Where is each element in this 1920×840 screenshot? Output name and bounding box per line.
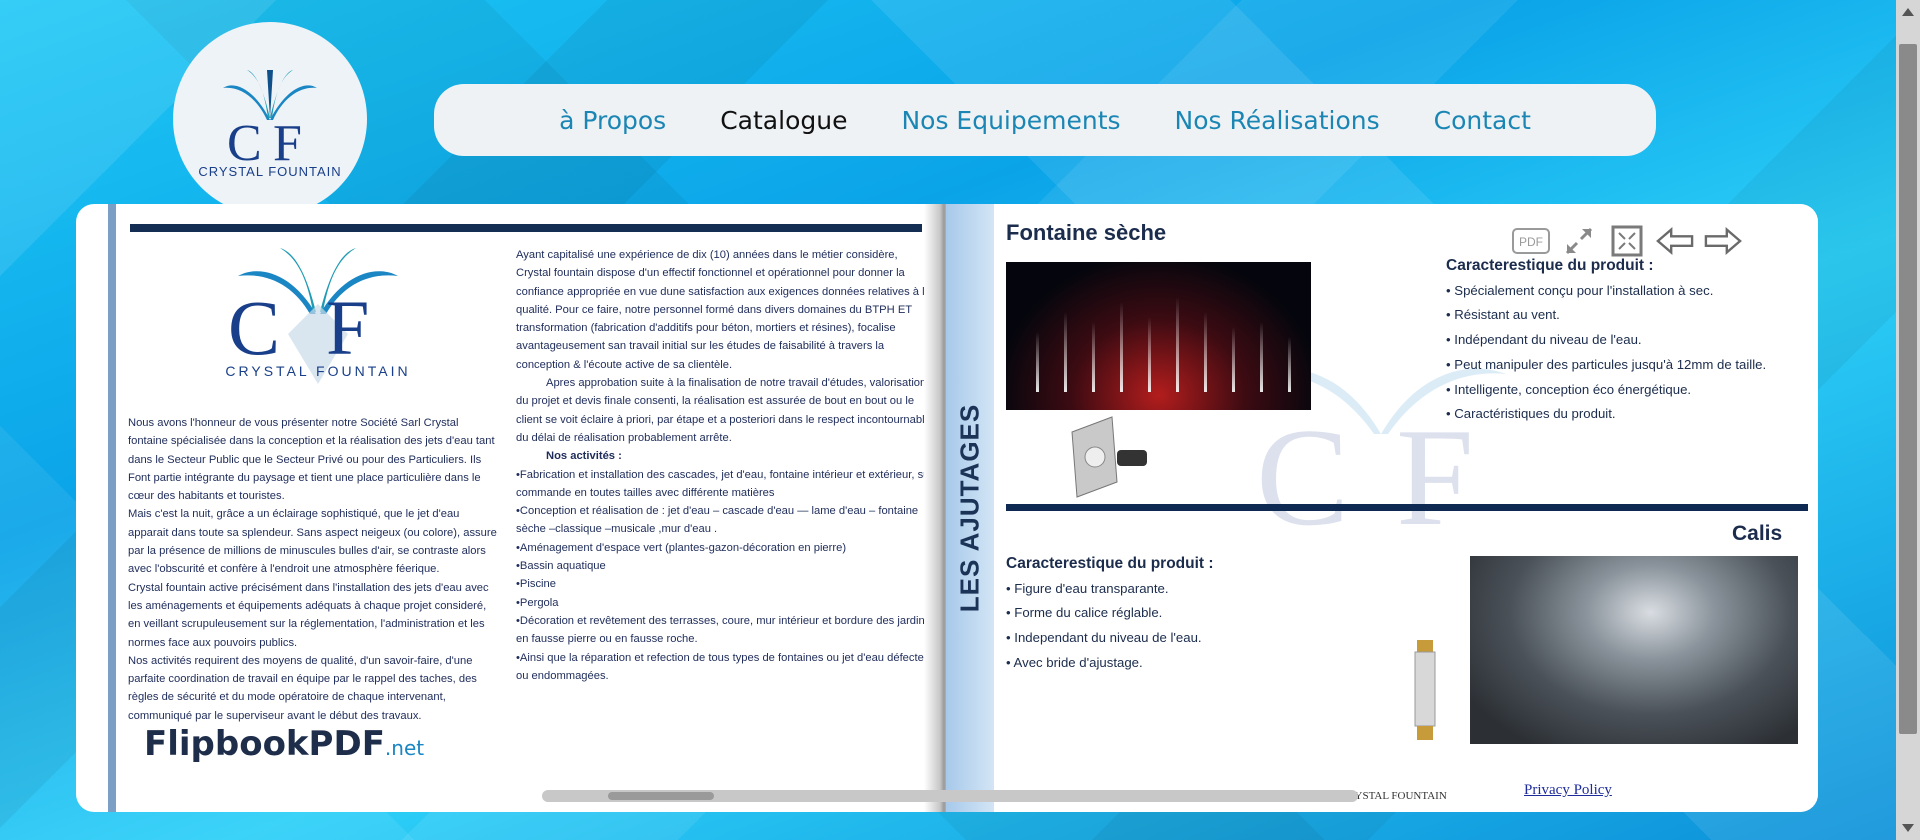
flipbookpdf-watermark[interactable]: FlipbookPDF.net: [144, 724, 424, 764]
activity-item: •Décoration et revêtement des terrasses,…: [516, 614, 931, 646]
nav-item-catalogue[interactable]: Catalogue: [720, 106, 847, 135]
horizontal-scrollbar[interactable]: [542, 790, 1358, 802]
left-para-3: Crystal fountain active précisément dans…: [128, 581, 489, 649]
privacy-policy-link[interactable]: Privacy Policy: [1524, 782, 1612, 799]
feature-item: • Indépendant du niveau de l'eau.: [1446, 332, 1642, 348]
left-para-1: Nous avons l'honneur de vous présenter n…: [128, 417, 495, 503]
activity-item: •Fabrication et installation des cascade…: [516, 468, 934, 499]
feature-item: • Résistant au vent.: [1446, 307, 1560, 323]
page-header-bar: [130, 224, 922, 232]
svg-text:F: F: [326, 284, 369, 371]
product2-characteristics: Caracterestique du produit : • Figure d'…: [1006, 552, 1386, 676]
feature-item: • Avec bride d'ajustage.: [1006, 654, 1143, 670]
fontaine-seche-photo: [1006, 262, 1311, 410]
scroll-up-icon[interactable]: [1902, 8, 1914, 16]
nav-item-nos-equipements[interactable]: Nos Equipements: [901, 106, 1120, 135]
scroll-down-icon[interactable]: [1902, 824, 1914, 832]
activity-item: •Piscine: [516, 578, 556, 591]
left-para-2: Mais c'est la nuit, grâce a un éclairage…: [128, 508, 497, 576]
activities-heading: Nos activités :: [546, 450, 622, 463]
flipbook-toolbar: PDF: [1512, 224, 1742, 258]
section-strip: LES AJUTAGES: [946, 204, 994, 812]
prev-arrow-icon[interactable]: [1656, 224, 1694, 258]
calis-nozzle-image: [1414, 640, 1436, 740]
calis-fountain-photo: [1470, 556, 1798, 744]
feature-item: • Forme du calice réglable.: [1006, 605, 1163, 621]
activity-item: •Bassin aquatique: [516, 560, 606, 573]
fullscreen-icon[interactable]: [1608, 224, 1646, 258]
next-arrow-icon[interactable]: [1704, 224, 1742, 258]
nozzle-product-image: [1071, 416, 1147, 498]
pdf-icon[interactable]: PDF: [1512, 224, 1550, 258]
horizontal-scrollbar-thumb[interactable]: [608, 792, 714, 800]
product-title-fontaine-seche: Fontaine sèche: [1006, 220, 1167, 245]
left-page[interactable]: C F CRYSTAL FOUNTAIN Nous avons l'honneu…: [108, 204, 946, 812]
page-edge: [108, 204, 116, 812]
crystal-fountain-logo-icon: C F CRYSTAL FOUNTAIN: [225, 248, 410, 384]
intro-para: Ayant capitalisé une expérience de dix (…: [516, 249, 931, 371]
right-page[interactable]: LES AJUTAGES C F Fontaine sèche Caracter…: [946, 204, 1818, 812]
feature-item: • Peut manipuler des particules jusqu'à …: [1446, 356, 1767, 372]
product1-characteristics: Caracterestique du produit : • Spécialem…: [1446, 254, 1818, 427]
product-title-calis: Calis: [1732, 522, 1783, 545]
logo-text: CRYSTAL FOUNTAIN: [198, 163, 342, 179]
flipbook-viewer[interactable]: C F CRYSTAL FOUNTAIN Nous avons l'honneu…: [76, 204, 1818, 812]
svg-text:F: F: [273, 115, 302, 170]
svg-text:PDF: PDF: [1519, 235, 1543, 249]
svg-text:C: C: [1256, 400, 1349, 555]
section-label: LES AJUTAGES: [954, 403, 985, 613]
activity-item: •Conception et réalisation de : jet d'ea…: [516, 505, 919, 536]
left-column-text: Nous avons l'honneur de vous présenter n…: [128, 414, 498, 725]
left-logo-text: CRYSTAL FOUNTAIN: [225, 363, 410, 379]
expand-icon[interactable]: [1560, 224, 1598, 258]
feature-item: • Caractéristiques du produit.: [1446, 406, 1616, 422]
fountain-logo-icon: C F: [223, 69, 317, 170]
vertical-scrollbar[interactable]: [1896, 0, 1920, 840]
vertical-scrollbar-thumb[interactable]: [1899, 44, 1917, 734]
product2-heading: Caracterestique du produit :: [1006, 555, 1214, 572]
feature-item: • Spécialement conçu pour l'installation…: [1446, 282, 1714, 298]
nav-item-nos-realisations[interactable]: Nos Réalisations: [1175, 106, 1380, 135]
feature-item: • Independant du niveau de l'eau.: [1006, 630, 1202, 646]
svg-text:C: C: [228, 284, 280, 371]
right-column-text: Ayant capitalisé une expérience de dix (…: [516, 246, 934, 685]
left-para-4: Nos activités requirent des moyens de qu…: [128, 654, 477, 722]
activity-item: •Pergola: [516, 596, 559, 609]
product-separator: [1006, 504, 1808, 511]
feature-item: • Figure d'eau transparante.: [1006, 580, 1169, 596]
activity-item: •Ainsi que la réparation et refection de…: [516, 651, 934, 682]
approbation-para: Apres approbation suite à la finalisatio…: [516, 377, 931, 444]
activity-item: •Aménagement d'espace vert (plantes-gazo…: [516, 541, 847, 554]
site-logo[interactable]: C F CRYSTAL FOUNTAIN: [173, 22, 367, 216]
svg-text:C: C: [227, 115, 262, 170]
nav-item-contact[interactable]: Contact: [1434, 106, 1531, 135]
main-nav: à Propos Catalogue Nos Equipements Nos R…: [434, 84, 1656, 156]
nav-item-a-propos[interactable]: à Propos: [559, 106, 666, 135]
feature-item: • Intelligente, conception éco énergétiq…: [1446, 381, 1692, 397]
